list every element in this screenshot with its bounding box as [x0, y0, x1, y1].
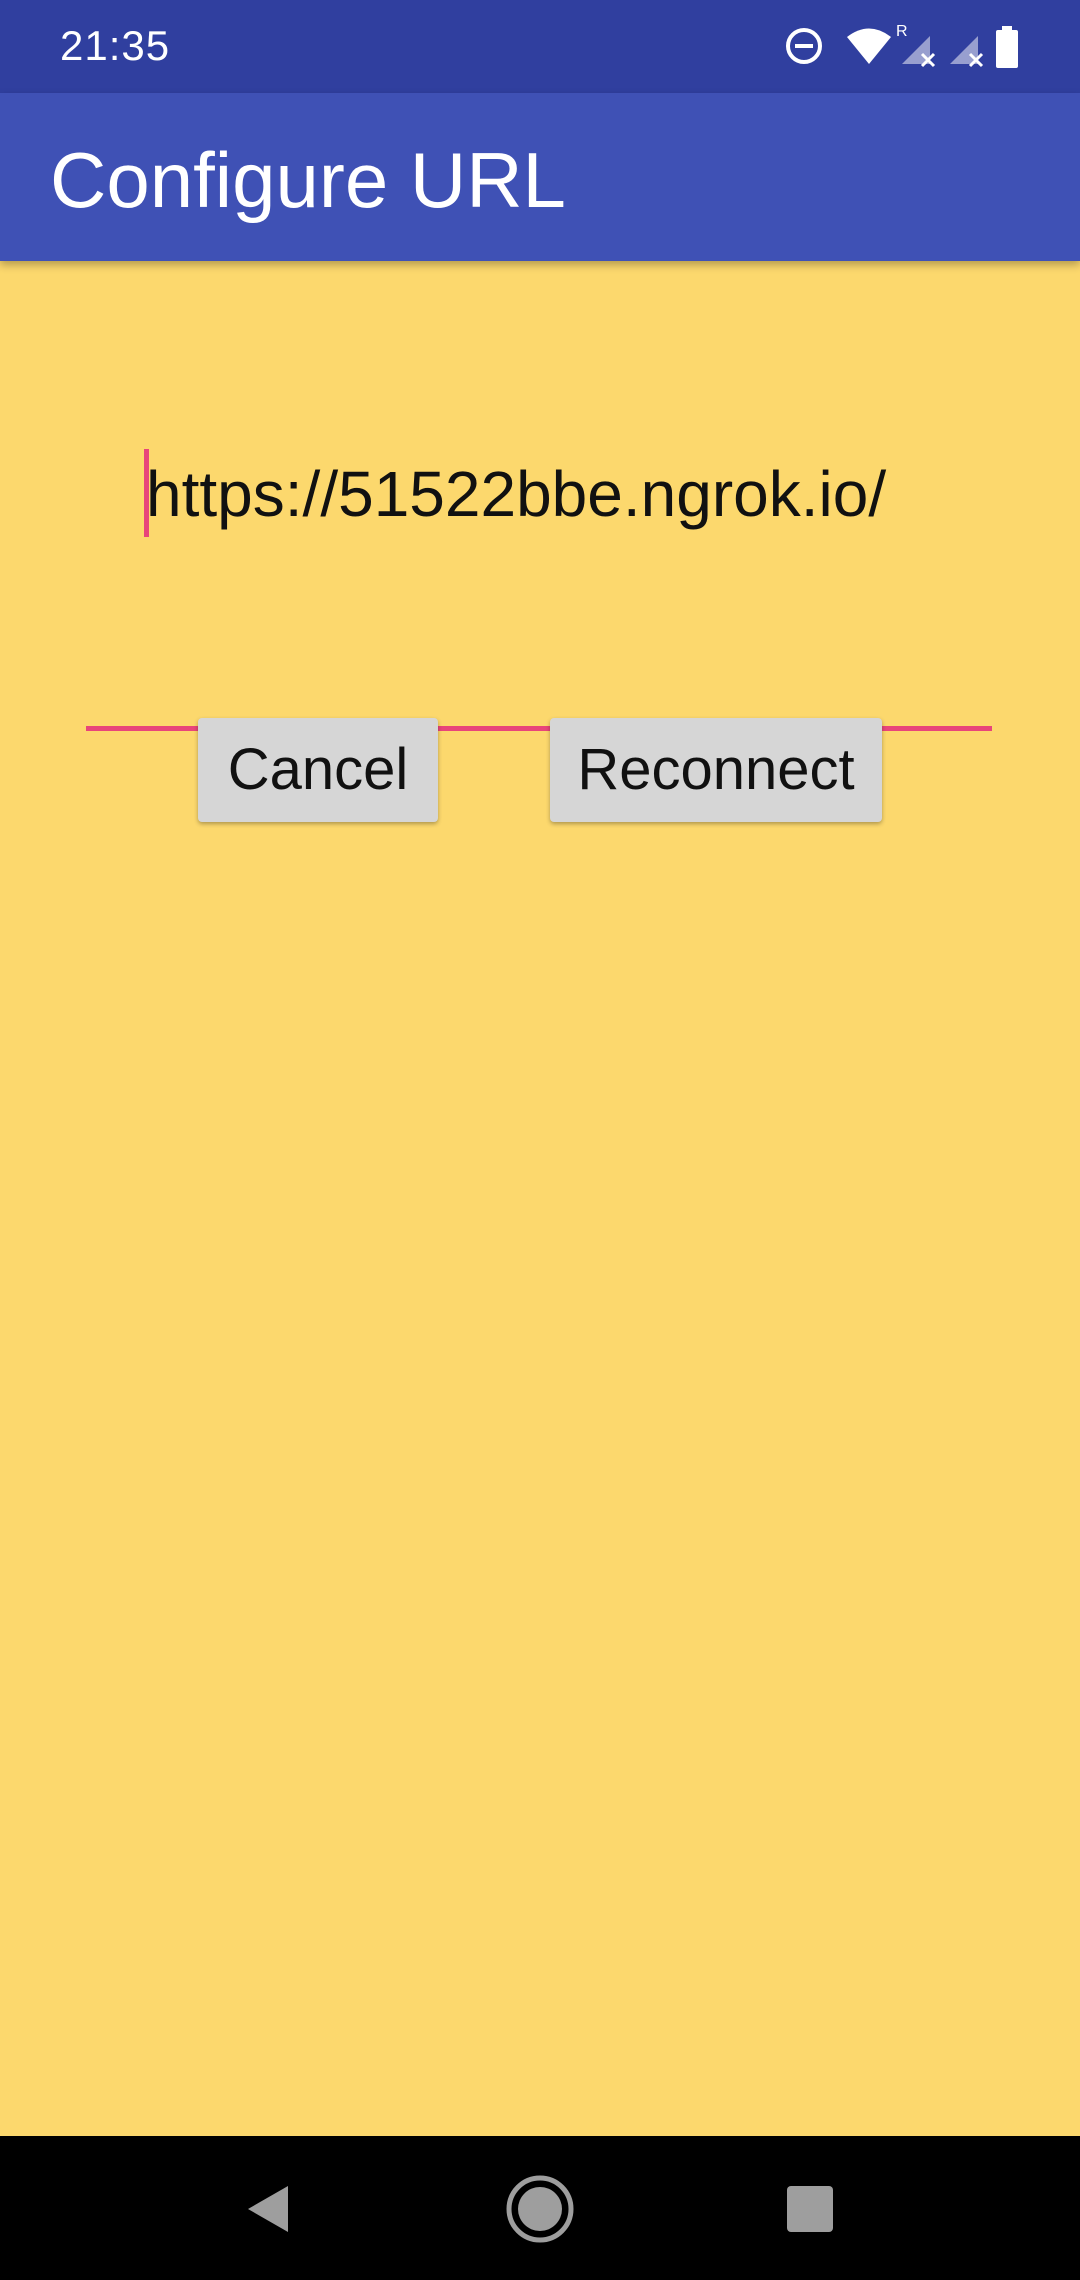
text-cursor: [144, 449, 149, 537]
roaming-signal-icon: R: [896, 23, 936, 68]
app-bar: Configure URL: [0, 93, 1080, 261]
wifi-icon: [847, 28, 891, 64]
url-input-field[interactable]: https://51522bbe.ngrok.io/: [86, 444, 992, 731]
reconnect-button[interactable]: Reconnect: [550, 718, 882, 822]
url-input-text[interactable]: https://51522bbe.ngrok.io/: [146, 444, 886, 544]
status-time: 21:35: [60, 22, 171, 69]
roaming-indicator-text: R: [896, 23, 908, 40]
signal-no-service-icon: [950, 36, 984, 68]
main-content: https://51522bbe.ngrok.io/ Cancel Reconn…: [0, 261, 1080, 2136]
page-title: Configure URL: [50, 136, 566, 224]
status-bar: 21:35 R: [0, 0, 1080, 93]
navigation-bar: [0, 2136, 1080, 2280]
status-icons: R: [784, 22, 1044, 72]
recents-icon[interactable]: [765, 2164, 855, 2254]
do-not-disturb-icon: [786, 28, 822, 64]
back-icon[interactable]: [222, 2164, 312, 2254]
home-icon[interactable]: [495, 2164, 585, 2254]
battery-icon: [996, 26, 1018, 68]
cancel-button[interactable]: Cancel: [198, 718, 438, 822]
